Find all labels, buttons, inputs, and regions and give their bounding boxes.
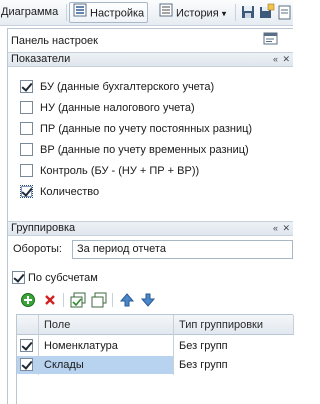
toolbar-separator: [66, 4, 67, 21]
indicator-label: ПР (данные по учету постоянных разниц): [40, 123, 253, 135]
indicator-label: ВР (данные по учету временных разниц): [40, 144, 249, 156]
indicator-checkbox[interactable]: [20, 184, 33, 198]
column-divider: [38, 315, 39, 375]
row-checkbox[interactable]: [20, 357, 33, 371]
indicator-label: БУ (данные бухгалтерского учета): [40, 81, 215, 93]
indicator-item-quantity[interactable]: Количество: [20, 184, 99, 200]
grouping-header-label: Группировка: [11, 222, 76, 234]
indicator-checkbox[interactable]: [20, 121, 33, 135]
grouping-header: Группировка « ✕: [8, 221, 293, 236]
indicator-checkbox[interactable]: [20, 163, 33, 177]
toolbar-separator: [235, 4, 236, 21]
delete-icon[interactable]: [42, 292, 58, 308]
indicator-item-vr[interactable]: ВР (данные по учету временных разниц): [20, 142, 249, 158]
panel-title: Панель настроек: [8, 32, 288, 50]
save-as-icon[interactable]: [258, 3, 276, 22]
tab-diagram[interactable]: Диаграмма: [0, 2, 62, 23]
settings-window: Диаграмма Настройка История ▾ Панель нас…: [0, 0, 294, 404]
by-subaccounts-toggle[interactable]: По субсчетам: [12, 270, 98, 286]
row-checkbox[interactable]: [20, 338, 33, 352]
grouping-toolbar: [8, 290, 293, 310]
turnover-value: За период отчета: [77, 243, 166, 255]
tab-settings-label: Настройка: [90, 7, 145, 20]
collapse-close-icon[interactable]: « ✕: [273, 53, 291, 66]
table-header-field[interactable]: Поле: [39, 315, 174, 335]
by-subaccounts-checkbox[interactable]: [12, 270, 25, 284]
indicator-checkbox[interactable]: [20, 79, 33, 93]
indicator-label: Контроль (БУ - (НУ + ПР + ВР)): [40, 165, 200, 177]
row-field: Склады: [44, 359, 84, 371]
top-toolbar: Диаграмма Настройка История ▾: [0, 0, 293, 26]
turnover-label: Обороты:: [13, 243, 62, 255]
indicator-item-control[interactable]: Контроль (БУ - (НУ + ПР + ВР)): [20, 163, 199, 179]
indicator-label: Количество: [40, 186, 100, 198]
toolbar-separator: [112, 293, 113, 307]
panel-settings-icon[interactable]: [263, 32, 279, 46]
tab-history-label: История: [176, 7, 219, 20]
indicator-label: НУ (данные налогового учета): [40, 102, 195, 114]
move-down-icon[interactable]: [140, 292, 156, 308]
tab-diagram-label: Диаграмма: [1, 6, 59, 18]
turnover-field[interactable]: За период отчета: [72, 240, 293, 259]
indicators-list: БУ (данные бухгалтерского учета) НУ (дан…: [8, 70, 293, 215]
table-header-check: [17, 315, 39, 335]
tab-settings[interactable]: Настройка: [69, 2, 149, 24]
indicator-item-nu[interactable]: НУ (данные налогового учета): [20, 100, 195, 116]
grouping-table: Поле Тип группировки Номенклатура Без гр…: [16, 314, 294, 404]
by-subaccounts-label: По субсчетам: [28, 272, 98, 284]
collapse-close-icon[interactable]: « ✕: [273, 222, 291, 235]
indicators-header-label: Показатели: [11, 53, 71, 65]
column-divider: [173, 315, 174, 375]
move-up-icon[interactable]: [119, 292, 135, 308]
tab-history[interactable]: История ▾: [155, 2, 230, 23]
table-header-type[interactable]: Тип группировки: [174, 315, 294, 335]
table-row[interactable]: Склады Без групп: [17, 356, 294, 374]
more-icon[interactable]: [277, 3, 295, 22]
save-icon[interactable]: [239, 3, 257, 22]
row-type[interactable]: Без групп: [174, 356, 294, 374]
add-icon[interactable]: [20, 292, 36, 308]
row-field: Номенклатура: [44, 340, 118, 352]
indicator-checkbox[interactable]: [20, 100, 33, 114]
settings-icon: [73, 3, 87, 24]
panel-title-label: Панель настроек: [11, 35, 98, 47]
column-type-label: Тип группировки: [179, 319, 263, 331]
table-row[interactable]: Номенклатура Без групп: [17, 337, 294, 355]
column-field-label: Поле: [44, 319, 71, 331]
indicator-item-pr[interactable]: ПР (данные по учету постоянных разниц): [20, 121, 252, 137]
indicator-checkbox[interactable]: [20, 142, 33, 156]
indicators-header: Показатели « ✕: [8, 52, 293, 67]
history-icon: [159, 3, 173, 24]
check-all-icon[interactable]: [70, 292, 86, 308]
toolbar-separator: [63, 293, 64, 307]
uncheck-all-icon[interactable]: [91, 292, 107, 308]
indicator-item-bu[interactable]: БУ (данные бухгалтерского учета): [20, 79, 214, 95]
row-type[interactable]: Без групп: [174, 337, 228, 355]
chevron-down-icon: ▾: [221, 8, 227, 19]
